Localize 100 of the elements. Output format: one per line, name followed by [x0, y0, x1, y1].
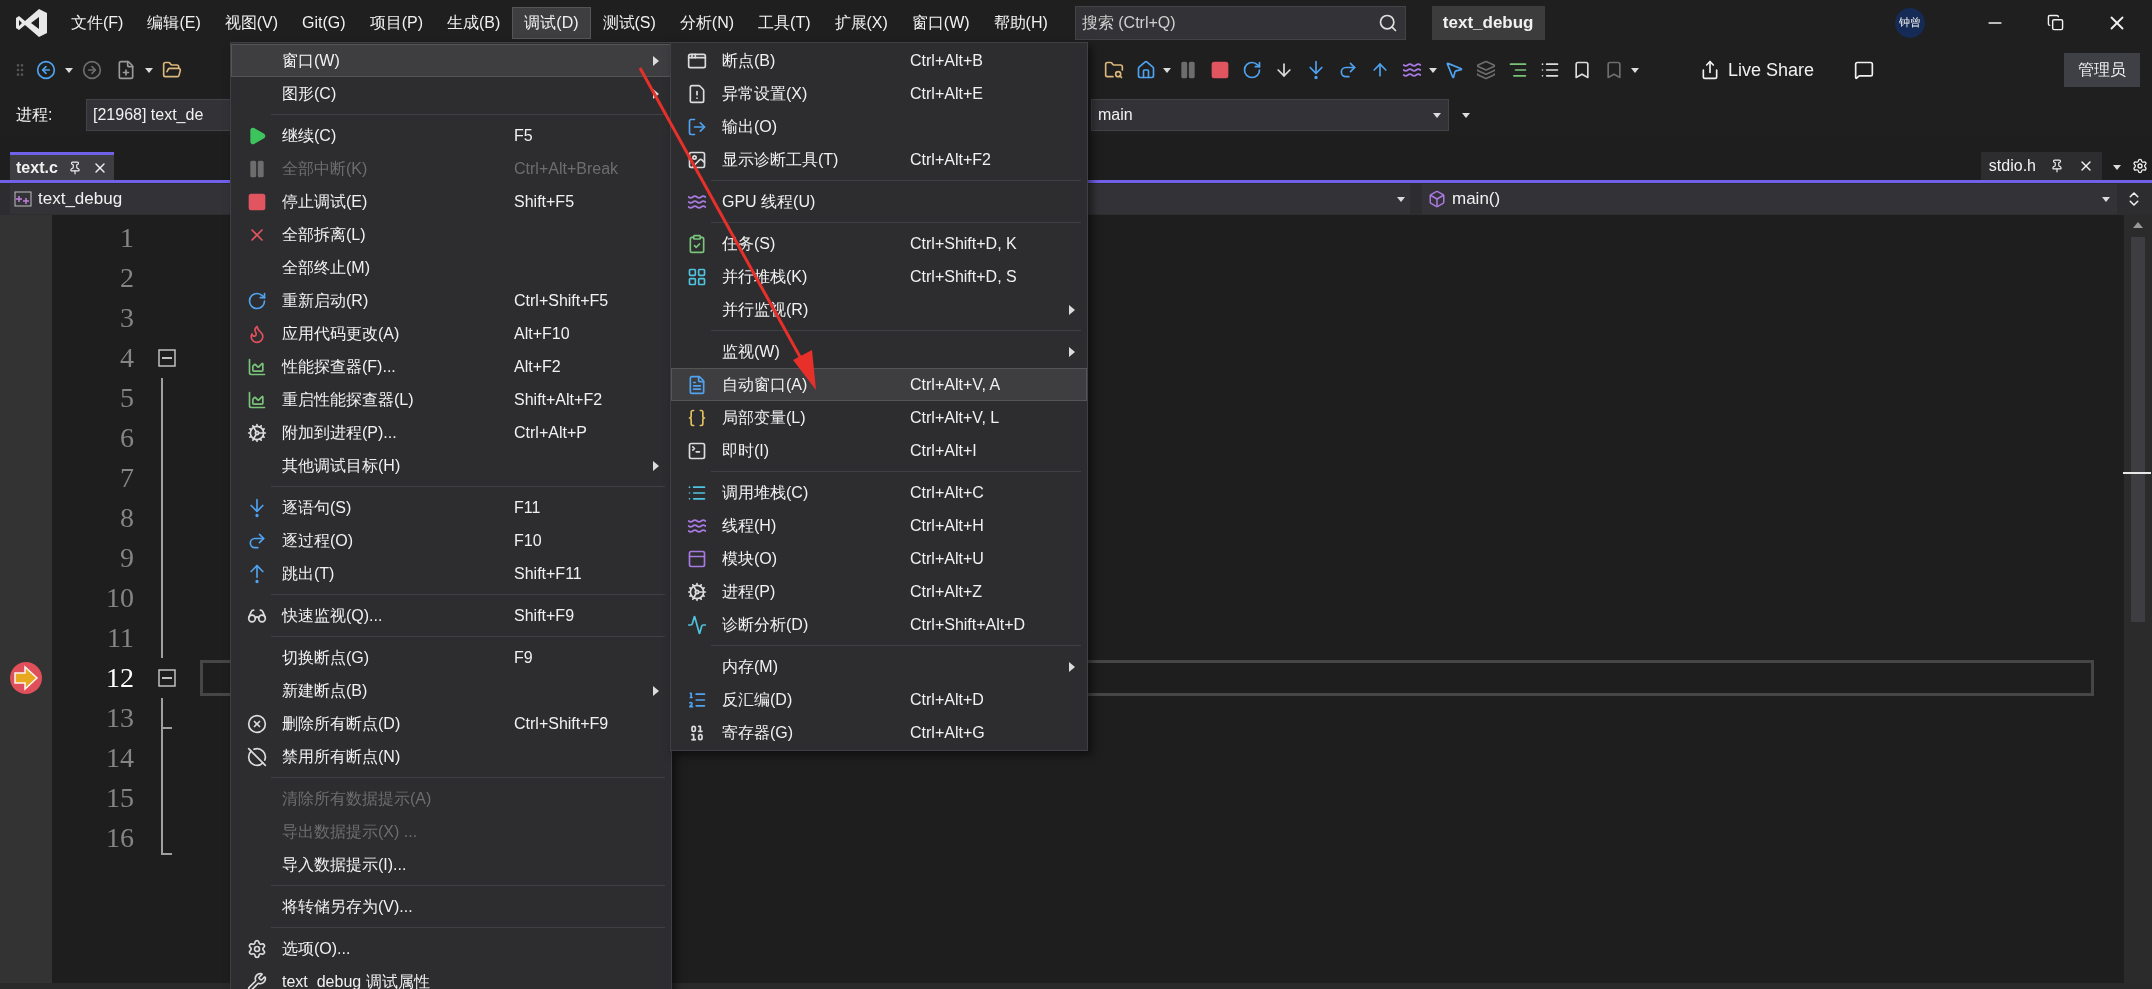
menu-bar-item[interactable]: 测试(S): [590, 6, 668, 39]
line-number: 2: [119, 261, 134, 295]
menu-bar-item[interactable]: 编辑(E): [135, 6, 213, 39]
menu-item[interactable]: 逐语句(S) F11: [231, 491, 671, 524]
menu-item[interactable]: 监视(W): [671, 335, 1087, 368]
scroll-up-icon[interactable]: [2132, 221, 2144, 229]
menu-item[interactable]: 模块(O) Ctrl+Alt+U: [671, 542, 1087, 575]
pin-icon[interactable]: [67, 160, 82, 175]
menu-item[interactable]: 其他调试目标(H): [231, 449, 671, 482]
menu-item[interactable]: 内存(M): [671, 650, 1087, 683]
live-share-button[interactable]: Live Share: [1700, 56, 1815, 84]
settings-icon[interactable]: [2132, 158, 2148, 174]
menu-item[interactable]: 进程(P) Ctrl+Alt+Z: [671, 575, 1087, 608]
home-icon: [1136, 60, 1156, 80]
menu-item[interactable]: 局部变量(L) Ctrl+Alt+V, L: [671, 401, 1087, 434]
menu-item[interactable]: 性能探查器(F)... Alt+F2: [231, 350, 671, 383]
clipboard-check-icon: [687, 233, 707, 254]
chart-window-icon: [687, 149, 707, 170]
shortcut-text: Ctrl+Alt+D: [910, 689, 984, 710]
menu-item[interactable]: 线程(H) Ctrl+Alt+H: [671, 509, 1087, 542]
menu-item[interactable]: 停止调试(E) Shift+F5: [231, 185, 671, 218]
menu-item[interactable]: 禁用所有断点(N): [231, 740, 671, 773]
menu-bar-item[interactable]: 视图(V): [212, 6, 291, 39]
menu-bar-item[interactable]: 帮助(H): [981, 6, 1060, 39]
menu-item[interactable]: 调用堆栈(C) Ctrl+Alt+C: [671, 476, 1087, 509]
search-field[interactable]: 搜索 (Ctrl+Q): [1074, 5, 1406, 40]
menu-item[interactable]: 应用代码更改(A) Alt+F10: [231, 317, 671, 350]
editor-tab[interactable]: text.c: [10, 152, 114, 180]
menu-bar-item[interactable]: 工具(T): [746, 6, 823, 39]
menu-item[interactable]: 全部拆离(L): [231, 218, 671, 251]
stop-icon: [247, 191, 267, 212]
dropdown-caret-icon: [1461, 110, 1471, 120]
play-icon: [247, 125, 267, 146]
menu-item[interactable]: 附加到进程(P)... Ctrl+Alt+P: [231, 416, 671, 449]
menu-item[interactable]: 跳出(T) Shift+F11: [231, 557, 671, 590]
menu-item[interactable]: 输出(O): [671, 110, 1087, 143]
menu-item[interactable]: text_debug 调试属性: [231, 965, 671, 989]
menu-item[interactable]: 异常设置(X) Ctrl+Alt+E: [671, 77, 1087, 110]
shortcut-text: Ctrl+Alt+I: [910, 440, 977, 461]
open-folder-icon: [162, 60, 182, 80]
stop-icon: [1210, 60, 1230, 80]
menu-item[interactable]: GPU 线程(U): [671, 185, 1087, 218]
disable-breakpoints-icon: [247, 746, 267, 767]
gears-icon: [687, 581, 707, 602]
pause-icon: [1178, 60, 1198, 80]
shortcut-text: Shift+Alt+F2: [514, 389, 603, 410]
menu-item[interactable]: 将转储另存为(V)...: [231, 890, 671, 923]
step-out-icon: [247, 563, 267, 584]
project-icon: [14, 191, 32, 207]
menu-item[interactable]: 导入数据提示(I)...: [231, 848, 671, 881]
menu-bar-item[interactable]: 项目(P): [357, 6, 435, 39]
shortcut-text: Ctrl+Alt+G: [910, 722, 985, 743]
dropdown-caret-icon: [1162, 65, 1172, 75]
shortcut-text: F5: [514, 125, 533, 146]
submenu-arrow-icon: [652, 459, 660, 472]
menu-item[interactable]: 逐过程(O) F10: [231, 524, 671, 557]
menu-item[interactable]: 重启性能探查器(L) Shift+Alt+F2: [231, 383, 671, 416]
menu-item[interactable]: 任务(S) Ctrl+Shift+D, K: [671, 227, 1087, 260]
collapse-icon[interactable]: [158, 349, 176, 367]
menu-bar-item[interactable]: 文件(F): [59, 6, 136, 39]
pin-icon[interactable]: [2050, 159, 2064, 173]
function-combo[interactable]: main: [1091, 99, 1449, 131]
menu-item[interactable]: 新建断点(B): [231, 674, 671, 707]
settings-icon: [247, 938, 267, 959]
menu-item[interactable]: 选项(O)...: [231, 932, 671, 965]
menu-bar-item[interactable]: 生成(B): [434, 6, 513, 39]
feedback-icon[interactable]: [1854, 60, 1875, 80]
align-icon: [1508, 60, 1528, 80]
shortcut-text: F10: [514, 530, 542, 551]
menu-bar-item[interactable]: 窗口(W): [899, 6, 982, 39]
forward-icon: [82, 60, 102, 80]
collapse-icon[interactable]: [158, 669, 176, 687]
menu-item[interactable]: 继续(C) F5: [231, 119, 671, 152]
cube-icon: [1428, 190, 1446, 208]
member-combo[interactable]: main(): [1422, 184, 2117, 214]
menu-bar-item[interactable]: 调试(D): [512, 6, 591, 39]
menu-item[interactable]: 切换断点(G) F9: [231, 641, 671, 674]
menu-item[interactable]: 反汇编(D) Ctrl+Alt+D: [671, 683, 1087, 716]
menu-bar-item[interactable]: 分析(N): [667, 6, 747, 39]
menu-item[interactable]: 删除所有断点(D) Ctrl+Shift+F9: [231, 707, 671, 740]
menu-item[interactable]: 即时(I) Ctrl+Alt+I: [671, 434, 1087, 467]
editor-tab[interactable]: stdio.h: [1980, 152, 2102, 180]
menu-item[interactable]: 重新启动(R) Ctrl+Shift+F5: [231, 284, 671, 317]
menu-item[interactable]: 窗口(W): [231, 44, 671, 77]
menu-bar-item[interactable]: Git(G): [290, 6, 358, 39]
scrollbar[interactable]: [2124, 215, 2152, 983]
restore-icon[interactable]: [2047, 14, 2064, 31]
menu-item[interactable]: 寄存器(G) Ctrl+Alt+G: [671, 716, 1087, 749]
menu-bar-item[interactable]: 扩展(X): [822, 6, 900, 39]
user-avatar[interactable]: 钟曾: [1895, 7, 1925, 38]
restart-icon: [1242, 60, 1262, 80]
menu-item[interactable]: 诊断分析(D) Ctrl+Shift+Alt+D: [671, 608, 1087, 641]
menu-item[interactable]: 全部终止(M): [231, 251, 671, 284]
bookmark-icon: [1572, 60, 1592, 80]
menu-item[interactable]: 显示诊断工具(T) Ctrl+Alt+F2: [671, 143, 1087, 176]
menu-item[interactable]: 断点(B) Ctrl+Alt+B: [671, 44, 1087, 77]
menu-item[interactable]: 自动窗口(A) Ctrl+Alt+V, A: [671, 368, 1087, 401]
dropdown-caret-icon: [2112, 162, 2122, 172]
menu-item[interactable]: 快速监视(Q)... Shift+F9: [231, 599, 671, 632]
admin-button[interactable]: 管理员: [2064, 53, 2140, 87]
